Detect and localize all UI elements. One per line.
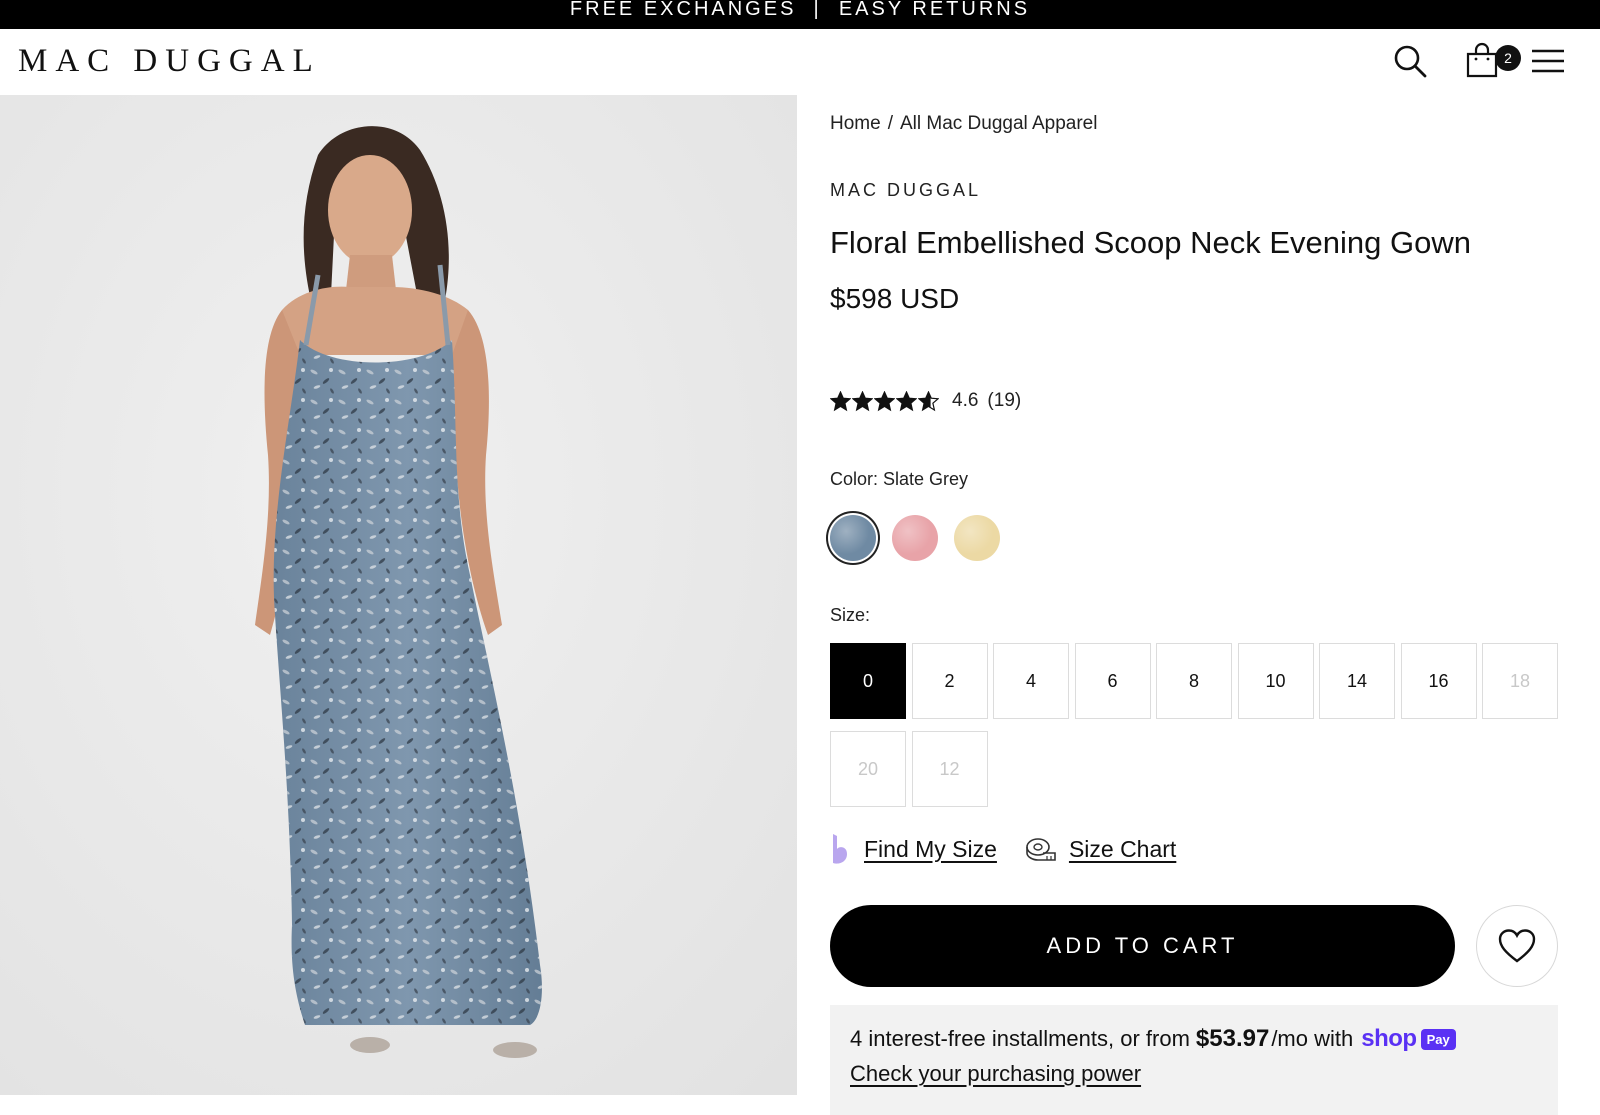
color-swatches [826, 515, 1016, 561]
color-swatch[interactable] [892, 515, 938, 561]
promo-text: FREE EXCHANGES | EASY RETURNS [569, 0, 1031, 20]
breadcrumb-separator: / [887, 113, 893, 134]
product-image[interactable] [0, 95, 797, 1095]
color-label: Color: Slate Grey [830, 469, 969, 489]
size-option[interactable]: 14 [1319, 643, 1395, 719]
size-label: Size: [830, 605, 871, 625]
measuring-tape-icon [1026, 838, 1056, 861]
wishlist-button[interactable] [1476, 905, 1558, 987]
star-icon [918, 390, 939, 411]
size-option[interactable]: 18 [1482, 643, 1558, 719]
installments-suffix: /mo with [1271, 1026, 1354, 1051]
check-purchasing-power-link[interactable]: Check your purchasing power [850, 1061, 1141, 1087]
size-option[interactable]: 20 [830, 731, 906, 807]
installment-amount: $53.97 [1195, 1025, 1270, 1052]
rating-count: (19) [987, 390, 1022, 411]
star-icon [896, 390, 917, 411]
size-option[interactable]: 8 [1156, 643, 1232, 719]
add-to-cart-button[interactable]: ADD TO CART [830, 905, 1455, 987]
shop-pay-logo-shop: shop [1361, 1025, 1417, 1052]
product-price: $598 USD [830, 283, 960, 314]
color-swatch[interactable] [954, 515, 1000, 561]
rating-stars [830, 390, 940, 412]
heart-icon [1498, 929, 1536, 963]
size-option[interactable]: 0 [830, 643, 906, 719]
size-help-links: Find My Size Size Chart [830, 832, 1176, 866]
star-icon [830, 390, 851, 411]
size-option[interactable]: 12 [911, 731, 988, 807]
star-icon [874, 390, 895, 411]
find-my-size-link[interactable]: Find My Size [864, 836, 997, 863]
product-rating[interactable]: 4.6 (19) [830, 390, 1021, 412]
site-logo[interactable]: MAC DUGGAL [18, 43, 321, 80]
star-icon [852, 390, 873, 411]
rating-value: 4.6 [952, 390, 979, 411]
installments-text: 4 interest-free installments, or from $5… [850, 1025, 1456, 1053]
size-chart-link[interactable]: Size Chart [1069, 836, 1176, 863]
size-option[interactable]: 16 [1400, 643, 1477, 719]
breadcrumb-collection-link[interactable]: All Mac Duggal Apparel [900, 113, 1098, 134]
shop-pay-installments: 4 interest-free installments, or from $5… [830, 1005, 1558, 1115]
breadcrumb-home-link[interactable]: Home [830, 113, 881, 134]
size-option[interactable]: 4 [993, 643, 1069, 719]
product-title: Floral Embellished Scoop Neck Evening Go… [830, 225, 1471, 260]
installments-prefix: 4 interest-free installments, or from [850, 1026, 1190, 1051]
size-option[interactable]: 10 [1237, 643, 1314, 719]
size-option[interactable]: 6 [1074, 643, 1151, 719]
color-swatch[interactable] [830, 515, 876, 561]
site-header: MAC DUGGAL 2 [0, 29, 1600, 95]
model-in-gown-image [0, 95, 797, 1095]
product-vendor: MAC DUGGAL [830, 180, 982, 200]
search-icon[interactable] [1393, 44, 1427, 78]
hamburger-menu-icon[interactable] [1530, 46, 1566, 76]
shop-pay-logo: shop Pay [1361, 1025, 1456, 1053]
find-my-size-logo-icon [833, 834, 847, 864]
promo-banner: FREE EXCHANGES | EASY RETURNS [0, 0, 1600, 29]
shop-pay-logo-pay: Pay [1420, 1028, 1456, 1050]
cart-count-badge: 2 [1495, 45, 1521, 71]
breadcrumb: Home / All Mac Duggal Apparel [830, 113, 1097, 135]
size-option[interactable]: 2 [911, 643, 988, 719]
